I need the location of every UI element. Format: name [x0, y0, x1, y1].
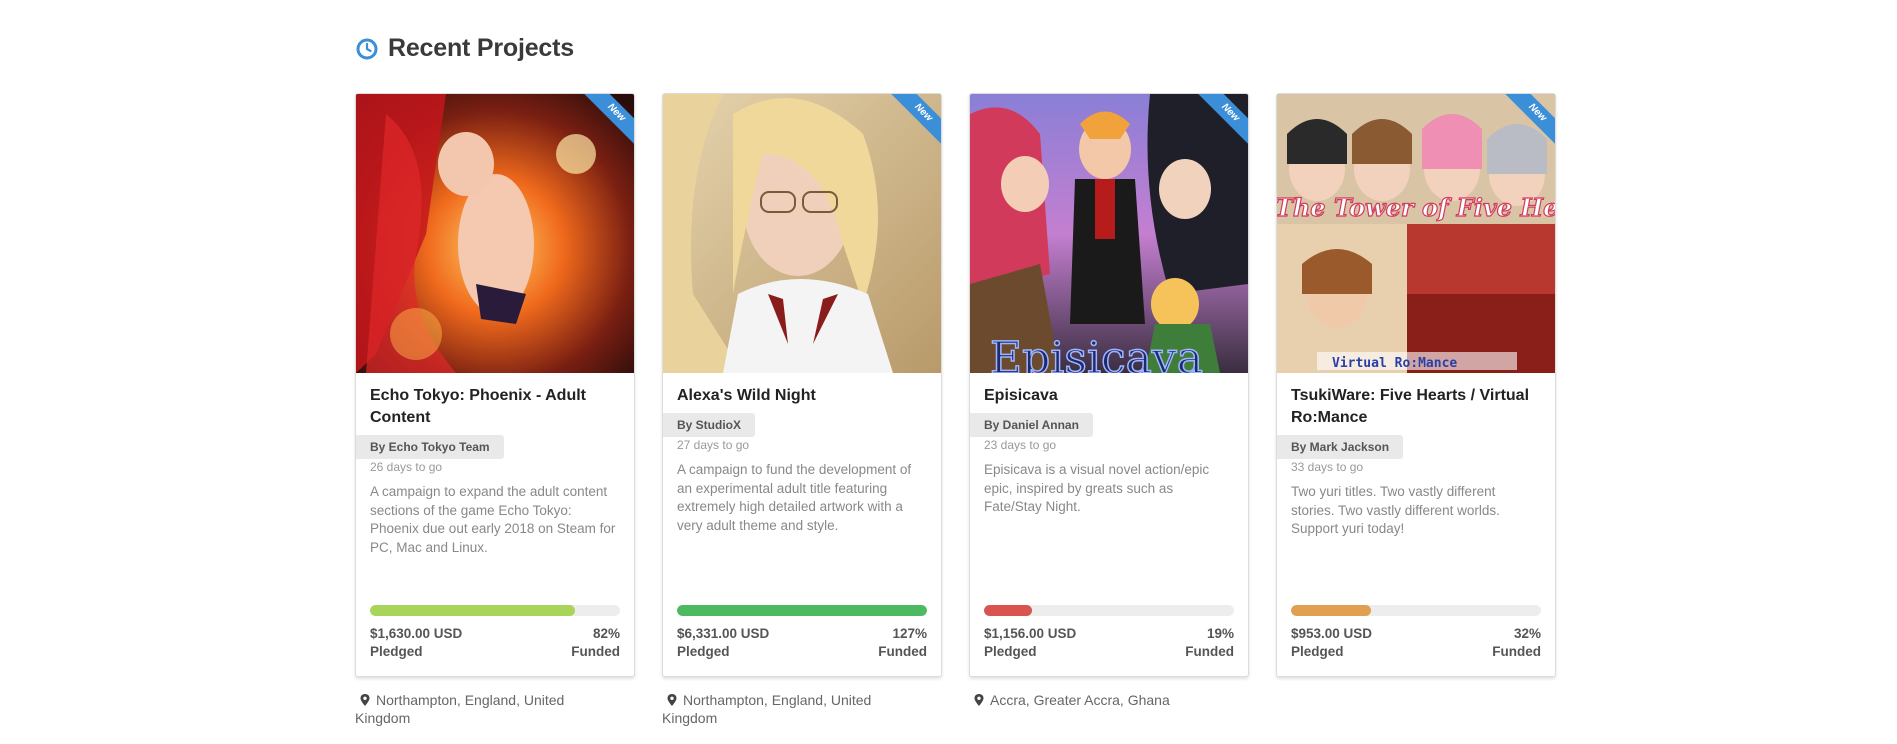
days-remaining: 33 days to go — [1291, 460, 1364, 474]
funded-label: Funded — [878, 644, 927, 659]
project-description: Episicava is a visual novel action/epic … — [984, 462, 1210, 514]
funded-label: Funded — [1492, 644, 1541, 659]
project-description: A campaign to expand the adult content s… — [370, 484, 616, 555]
funded-percent: 127% — [892, 626, 927, 641]
project-title[interactable]: Episicava — [970, 373, 1248, 413]
section-header: Recent Projects — [356, 34, 574, 63]
project-description: A campaign to fund the development of an… — [677, 462, 912, 533]
project-title[interactable]: Echo Tokyo: Phoenix - Adult Content — [356, 373, 634, 435]
new-ribbon: New — [885, 94, 941, 150]
map-pin-icon — [974, 694, 984, 706]
funded-label: Funded — [571, 644, 620, 659]
project-thumbnail[interactable]: The Tower of Five Hearts Virtual Ro:Manc… — [1277, 94, 1555, 373]
funding-progress-bar — [677, 605, 927, 616]
funding-progress-bar — [984, 605, 1234, 616]
days-remaining: 27 days to go — [677, 438, 750, 452]
map-pin-icon — [667, 694, 677, 706]
funding-progress-bar — [370, 605, 620, 616]
project-location: Northampton, England, United Kingdom — [355, 677, 595, 727]
pledged-label: Pledged — [984, 644, 1037, 659]
project-author[interactable]: By Daniel Annan — [970, 413, 1093, 437]
project-column: Episicava New Episicava By Daniel Annan … — [969, 93, 1249, 727]
project-location: Accra, Greater Accra, Ghana — [969, 677, 1209, 709]
pledged-amount: $6,331.00 USD — [677, 626, 770, 641]
funded-label: Funded — [1185, 644, 1234, 659]
pledged-label: Pledged — [1291, 644, 1344, 659]
funding-progress-fill — [1291, 605, 1371, 616]
project-column: New Alexa's Wild Night By StudioX 27 day… — [662, 93, 942, 727]
location-text: Northampton, England, United Kingdom — [662, 692, 872, 726]
project-column: New Echo Tokyo: Phoenix - Adult Content … — [355, 93, 635, 727]
new-badge: New — [888, 94, 941, 148]
project-title[interactable]: TsukiWare: Five Hearts / Virtual Ro:Manc… — [1277, 373, 1555, 435]
project-title[interactable]: Alexa's Wild Night — [663, 373, 941, 413]
project-column: The Tower of Five Hearts Virtual Ro:Manc… — [1276, 93, 1556, 727]
new-ribbon: New — [1499, 94, 1555, 150]
project-author[interactable]: By Echo Tokyo Team — [356, 435, 504, 459]
project-card[interactable]: New Echo Tokyo: Phoenix - Adult Content … — [355, 93, 635, 677]
project-thumbnail[interactable]: New — [356, 94, 634, 373]
funded-percent: 82% — [592, 626, 620, 641]
funding-progress-fill — [370, 605, 575, 616]
project-description: Two yuri titles. Two vastly different st… — [1291, 484, 1500, 536]
map-pin-icon — [360, 694, 370, 706]
pledged-amount: $1,630.00 USD — [370, 626, 463, 641]
funded-percent: 32% — [1513, 626, 1541, 641]
project-location: Northampton, England, United Kingdom — [662, 677, 902, 727]
location-text: Northampton, England, United Kingdom — [355, 692, 565, 726]
project-thumbnail[interactable]: New — [663, 94, 941, 373]
new-ribbon: New — [1192, 94, 1248, 150]
funding-stats: $1,630.00 USD Pledged 82% Funded — [370, 625, 620, 661]
pledged-label: Pledged — [677, 644, 730, 659]
project-thumbnail[interactable]: Episicava New — [970, 94, 1248, 373]
days-remaining: 26 days to go — [370, 460, 443, 474]
funding-stats: $6,331.00 USD Pledged 127% Funded — [677, 625, 927, 661]
new-badge: New — [1502, 94, 1555, 148]
pledged-label: Pledged — [370, 644, 423, 659]
funding-stats: $1,156.00 USD Pledged 19% Funded — [984, 625, 1234, 661]
project-author[interactable]: By StudioX — [663, 413, 756, 437]
section-title: Recent Projects — [388, 34, 574, 62]
new-ribbon: New — [578, 94, 634, 150]
days-remaining: 23 days to go — [984, 438, 1057, 452]
new-badge: New — [581, 94, 634, 148]
svg-text:Episicava: Episicava — [990, 333, 1203, 373]
new-badge: New — [1195, 94, 1248, 148]
svg-text:The Tower of Five Hearts: The Tower of Five Hearts — [1277, 193, 1555, 222]
funded-percent: 19% — [1206, 626, 1234, 641]
project-grid: New Echo Tokyo: Phoenix - Adult Content … — [355, 93, 1556, 727]
funding-stats: $953.00 USD Pledged 32% Funded — [1291, 625, 1541, 661]
pledged-amount: $1,156.00 USD — [984, 626, 1077, 641]
project-card[interactable]: New Alexa's Wild Night By StudioX 27 day… — [662, 93, 942, 677]
project-card[interactable]: Episicava New Episicava By Daniel Annan … — [969, 93, 1249, 677]
project-card[interactable]: The Tower of Five Hearts Virtual Ro:Manc… — [1276, 93, 1556, 677]
clock-icon — [356, 38, 378, 59]
project-author[interactable]: By Mark Jackson — [1277, 435, 1404, 459]
svg-text:Virtual Ro:Mance: Virtual Ro:Mance — [1332, 356, 1457, 371]
pledged-amount: $953.00 USD — [1291, 626, 1373, 641]
funding-progress-fill — [677, 605, 927, 616]
location-text: Accra, Greater Accra, Ghana — [990, 692, 1170, 708]
funding-progress-bar — [1291, 605, 1541, 616]
funding-progress-fill — [984, 605, 1032, 616]
